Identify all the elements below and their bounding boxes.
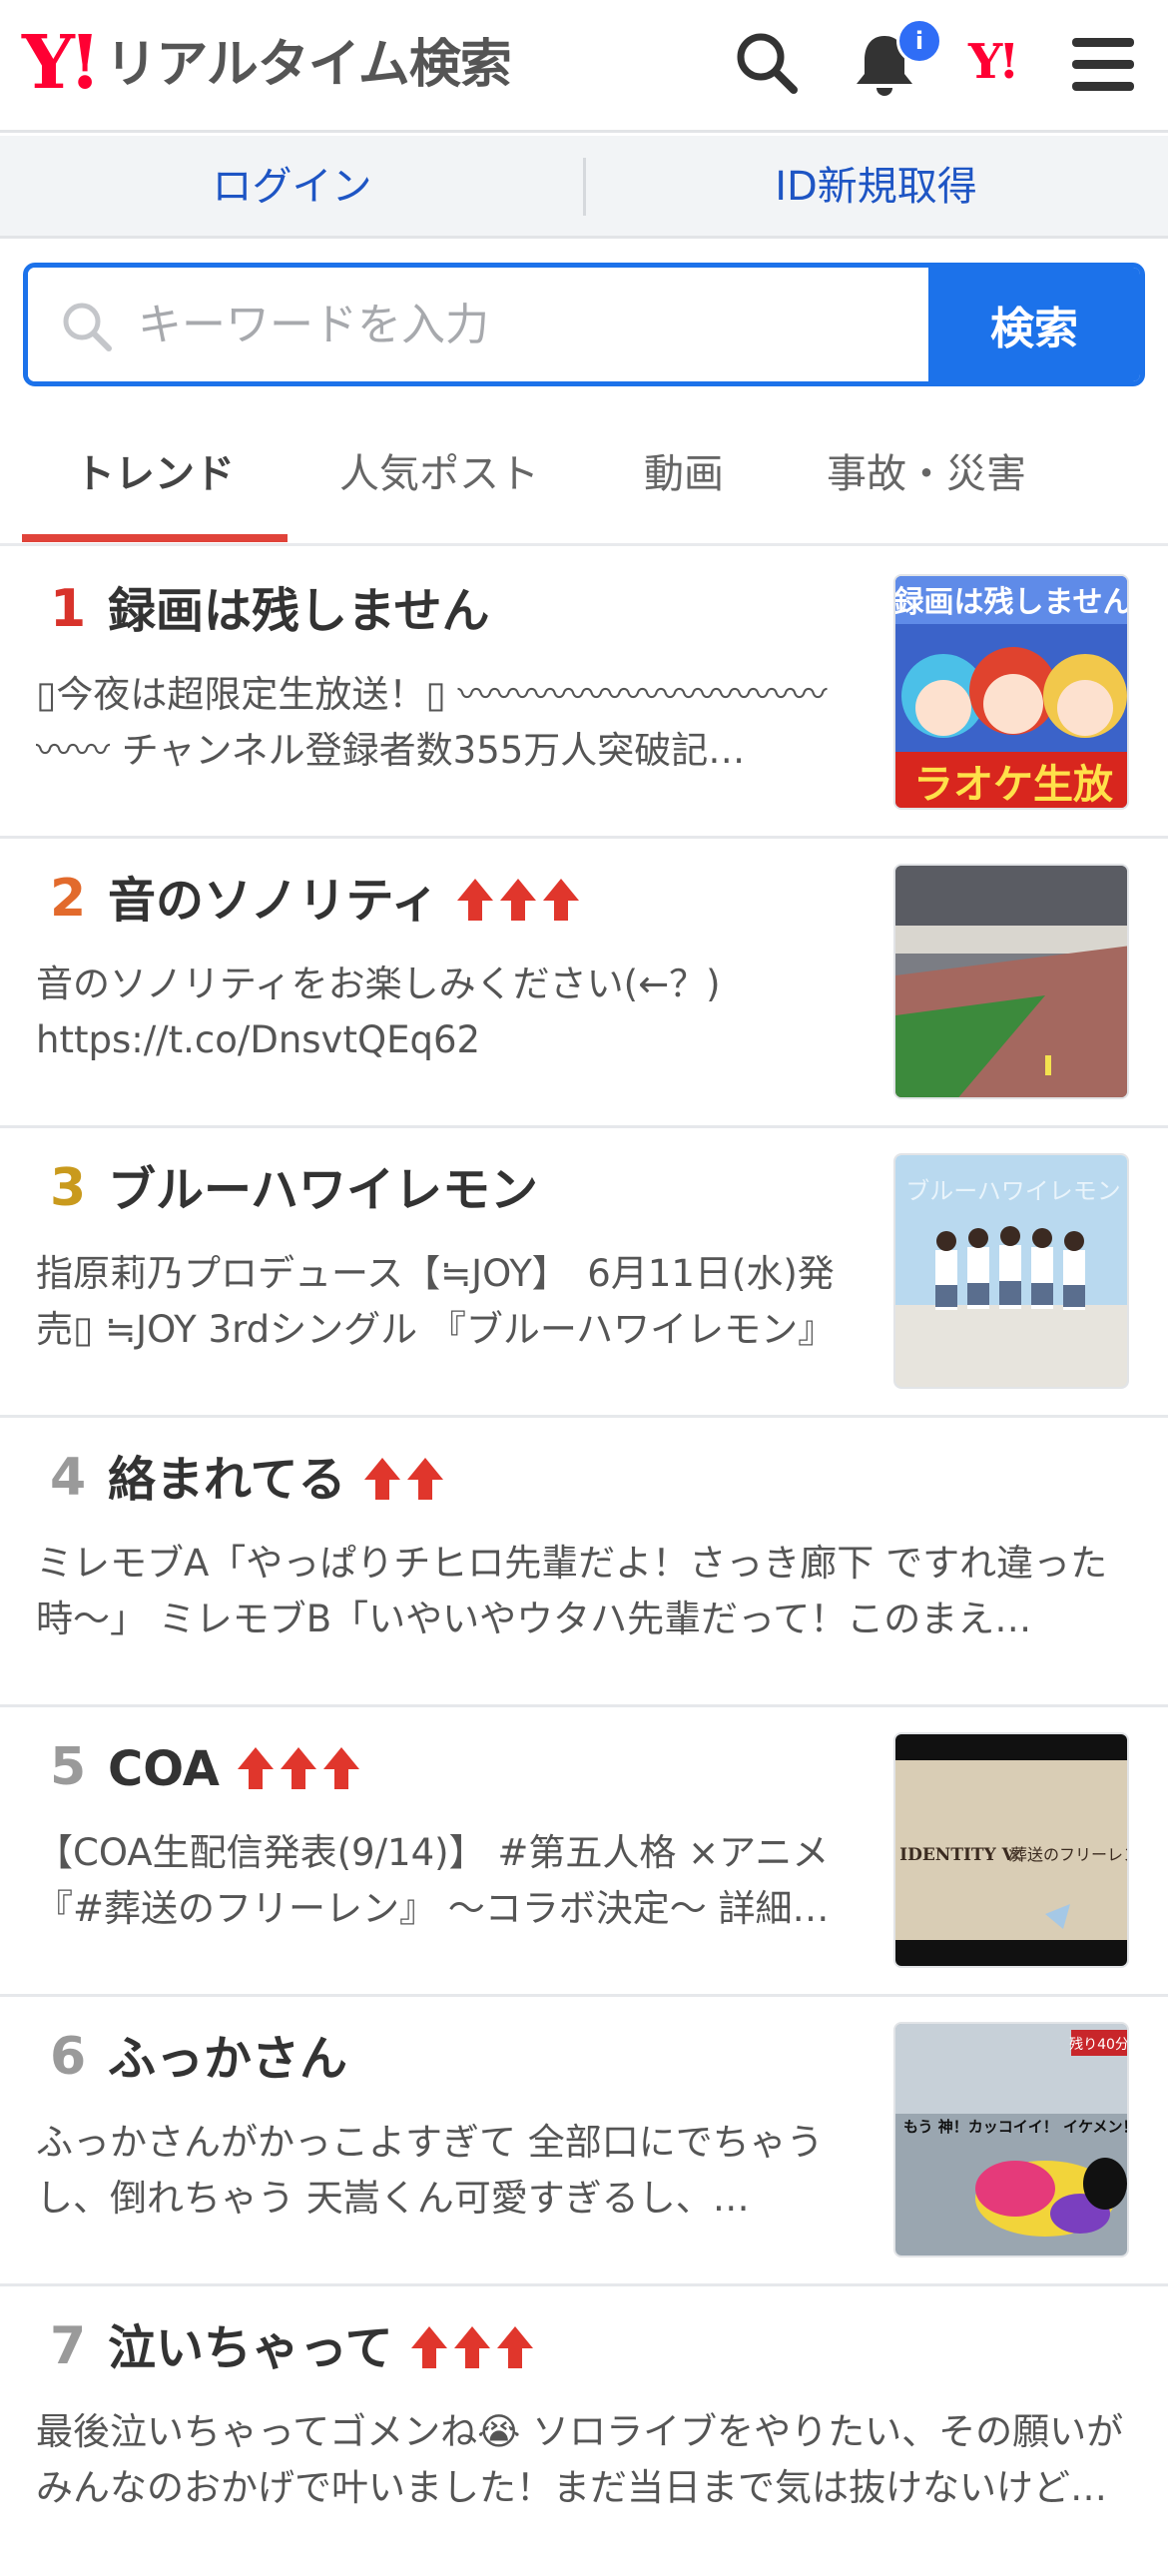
search-icon[interactable] xyxy=(734,30,800,100)
trend-thumbnail: 残り40分 もう 神！カッコイイ！ イケメン！ xyxy=(893,2022,1129,2257)
thumb-group-banner: ブルーハワイレモン xyxy=(905,1177,1121,1205)
search-field-icon xyxy=(60,300,114,357)
trend-description: ミレモブA「やっぱりチヒロ先輩だよ！さっき廊下 ですれ違った時〜」 ミレモブB「… xyxy=(36,1542,1108,1640)
trend-description: 音のソノリティをお楽しみください(←？) https://t.co/DnsvtQ… xyxy=(36,963,721,1061)
trend-description: 【COA生配信発表(9/14)】 #第五人格 ×アニメ『#葬送のフリーレン』 〜… xyxy=(36,1831,830,1930)
tab-videos[interactable]: 動画 xyxy=(599,419,769,543)
trend-thumbnail: ブルーハワイレモン xyxy=(893,1153,1129,1389)
thumb-collab-right: 葬送のフリーレン xyxy=(1011,1845,1129,1864)
trend-item[interactable]: 4 絡まれてる ミレモブA「やっぱりチヒロ先輩だよ！さっき廊下 ですれ違った時〜… xyxy=(0,1418,1168,1707)
trend-title-text: 録画は残しません xyxy=(108,583,490,639)
tab-accidents-disasters[interactable]: 事故・災害 xyxy=(799,419,1054,543)
trend-up-arrows-icon xyxy=(455,877,581,935)
search-button[interactable]: 検索 xyxy=(928,268,1140,381)
trend-rank: 4 xyxy=(50,1448,87,1508)
trend-rank: 6 xyxy=(50,2027,87,2087)
login-link[interactable]: ログイン xyxy=(0,136,584,239)
yahoo-home-icon[interactable]: Y! xyxy=(968,34,1019,90)
trend-title: 音のソノリティ xyxy=(108,873,581,935)
thumb-karaoke-top: 録画は残しません xyxy=(895,585,1129,620)
login-bar: ログイン ID新規取得 xyxy=(0,136,1168,239)
trend-title: ブルーハワイレモン xyxy=(108,1162,538,1218)
trend-description: 最後泣いちゃってゴメンね😭 ソロライブをやりたい、その願いがみんなのおかげで叶い… xyxy=(36,2410,1124,2509)
trend-rank: 5 xyxy=(50,1737,87,1797)
hamburger-menu-icon[interactable] xyxy=(1072,38,1134,96)
trend-description: 指原莉乃プロデュース【≒JOY】 6月11日(水)発売▯ ≒JOY 3rdシング… xyxy=(36,1252,836,1351)
trend-title: 泣いちゃって xyxy=(108,2320,535,2382)
trend-rank: 1 xyxy=(50,579,87,639)
trend-title: COA xyxy=(108,1741,361,1803)
trend-item[interactable]: 5 COA 【COA生配信発表(9/14)】 #第五人格 ×アニメ『#葬送のフリ… xyxy=(0,1707,1168,1997)
trend-title: 絡まれてる xyxy=(108,1452,445,1514)
trend-item[interactable]: 3 ブルーハワイレモン 指原莉乃プロデュース【≒JOY】 6月11日(水)発売▯… xyxy=(0,1128,1168,1418)
search-field-wrapper xyxy=(28,268,936,381)
trend-title-text: 絡まれてる xyxy=(108,1452,346,1508)
trend-title-text: ブルーハワイレモン xyxy=(108,1162,539,1218)
yahoo-realtime-logo[interactable]: Y! リアルタイム検索 xyxy=(22,20,512,106)
search-bar: 検索 xyxy=(23,263,1145,386)
app-header: Y! リアルタイム検索 i Y! xyxy=(0,0,1168,133)
trend-thumbnail xyxy=(893,864,1129,1099)
yahoo-logo-mark: Y! xyxy=(22,20,101,106)
thumb-collab-left: IDENTITY V xyxy=(899,1845,1015,1865)
trend-title: ふっかさん xyxy=(108,2031,347,2087)
trend-rank: 3 xyxy=(50,1158,87,1218)
trend-title-text: ふっかさん xyxy=(108,2031,348,2087)
search-input[interactable] xyxy=(138,268,936,381)
trend-description: ▯今夜は超限定生放送！▯ 〰〰〰〰〰〰〰〰〰〰〰〰 チャンネル登録者数355万人… xyxy=(36,673,828,772)
notification-badge: i xyxy=(896,18,942,64)
tab-bar: トレンド 人気ポスト 動画 事故・災害 xyxy=(0,419,1168,549)
trend-title-text: 音のソノリティ xyxy=(108,873,439,929)
trend-up-arrows-icon xyxy=(236,1745,361,1803)
trend-rank: 2 xyxy=(50,869,87,929)
trend-item[interactable]: 6 ふっかさん ふっかさんがかっこよすぎて 全部口にでちゃうし、倒れちゃう 天嵩… xyxy=(0,1997,1168,2286)
trend-title-text: COA xyxy=(108,1741,220,1797)
tab-popular-posts[interactable]: 人気ポスト xyxy=(309,419,569,543)
thumb-tv-caption: もう 神！カッコイイ！ イケメン！ xyxy=(903,2118,1129,2136)
thumb-karaoke-bottom: ラオケ生放 xyxy=(913,762,1113,808)
trend-description: ふっかさんがかっこよすぎて 全部口にでちゃうし、倒れちゃう 天嵩くん可愛すぎるし… xyxy=(36,2121,824,2220)
trend-thumbnail: IDENTITY V × 葬送のフリーレン xyxy=(893,1732,1129,1968)
trend-title: 録画は残しません xyxy=(108,583,490,639)
active-tab-indicator xyxy=(22,534,288,542)
thumb-tv-corner: 残り40分 xyxy=(1069,2037,1129,2053)
tab-trend[interactable]: トレンド xyxy=(22,419,288,543)
logo-title: リアルタイム検索 xyxy=(105,35,511,95)
trend-up-arrows-icon xyxy=(362,1456,445,1514)
register-link[interactable]: ID新規取得 xyxy=(584,136,1168,239)
trend-item[interactable]: 2 音のソノリティ 音のソノリティをお楽しみください(←？) https://t… xyxy=(0,839,1168,1128)
trend-title-text: 泣いちゃって xyxy=(108,2320,393,2376)
trend-rank: 7 xyxy=(50,2316,87,2376)
trend-thumbnail: 録画は残しません ラオケ生放 xyxy=(893,574,1129,810)
trend-item[interactable]: 7 泣いちゃって 最後泣いちゃってゴメンね😭 ソロライブをやりたい、その願いがみ… xyxy=(0,2286,1168,2576)
trend-item[interactable]: 1 録画は残しません ▯今夜は超限定生放送！▯ 〰〰〰〰〰〰〰〰〰〰〰〰 チャン… xyxy=(0,549,1168,839)
tab-divider xyxy=(0,543,1168,546)
trend-up-arrows-icon xyxy=(409,2324,535,2382)
